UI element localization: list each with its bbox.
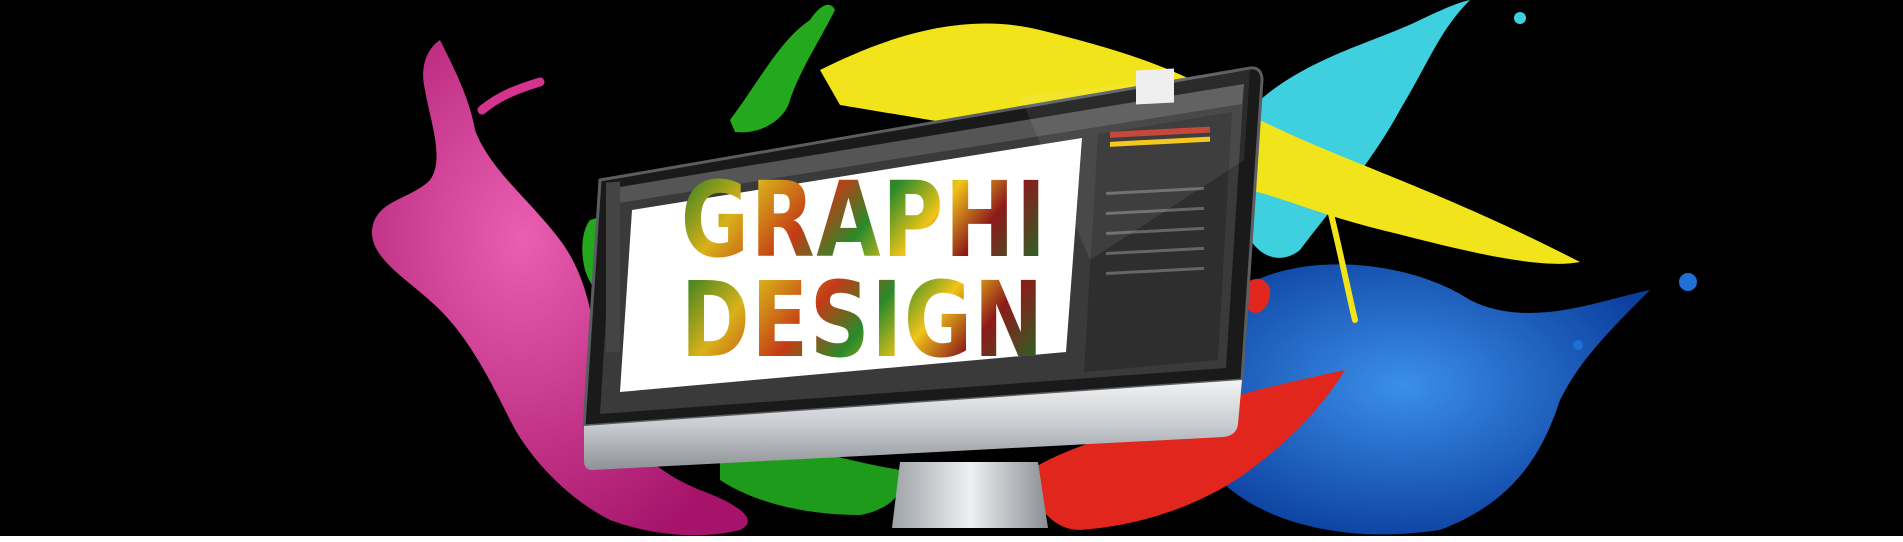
blue-paint-drop [1679,273,1697,291]
blue-paint-drop [1573,340,1583,350]
headline-design: DESIGN [680,259,1045,381]
tools-panel [606,181,620,353]
green-paint-splash [730,4,835,133]
monitor-stand [892,462,1048,528]
graphic-design-banner: GRAPHIC DESIGN [0,0,1903,542]
magenta-paint-drip [477,77,545,115]
bottom-strip [0,536,1903,542]
cyan-paint-drop [1514,12,1526,24]
headline-graphic: GRAPHIC [680,159,1112,281]
